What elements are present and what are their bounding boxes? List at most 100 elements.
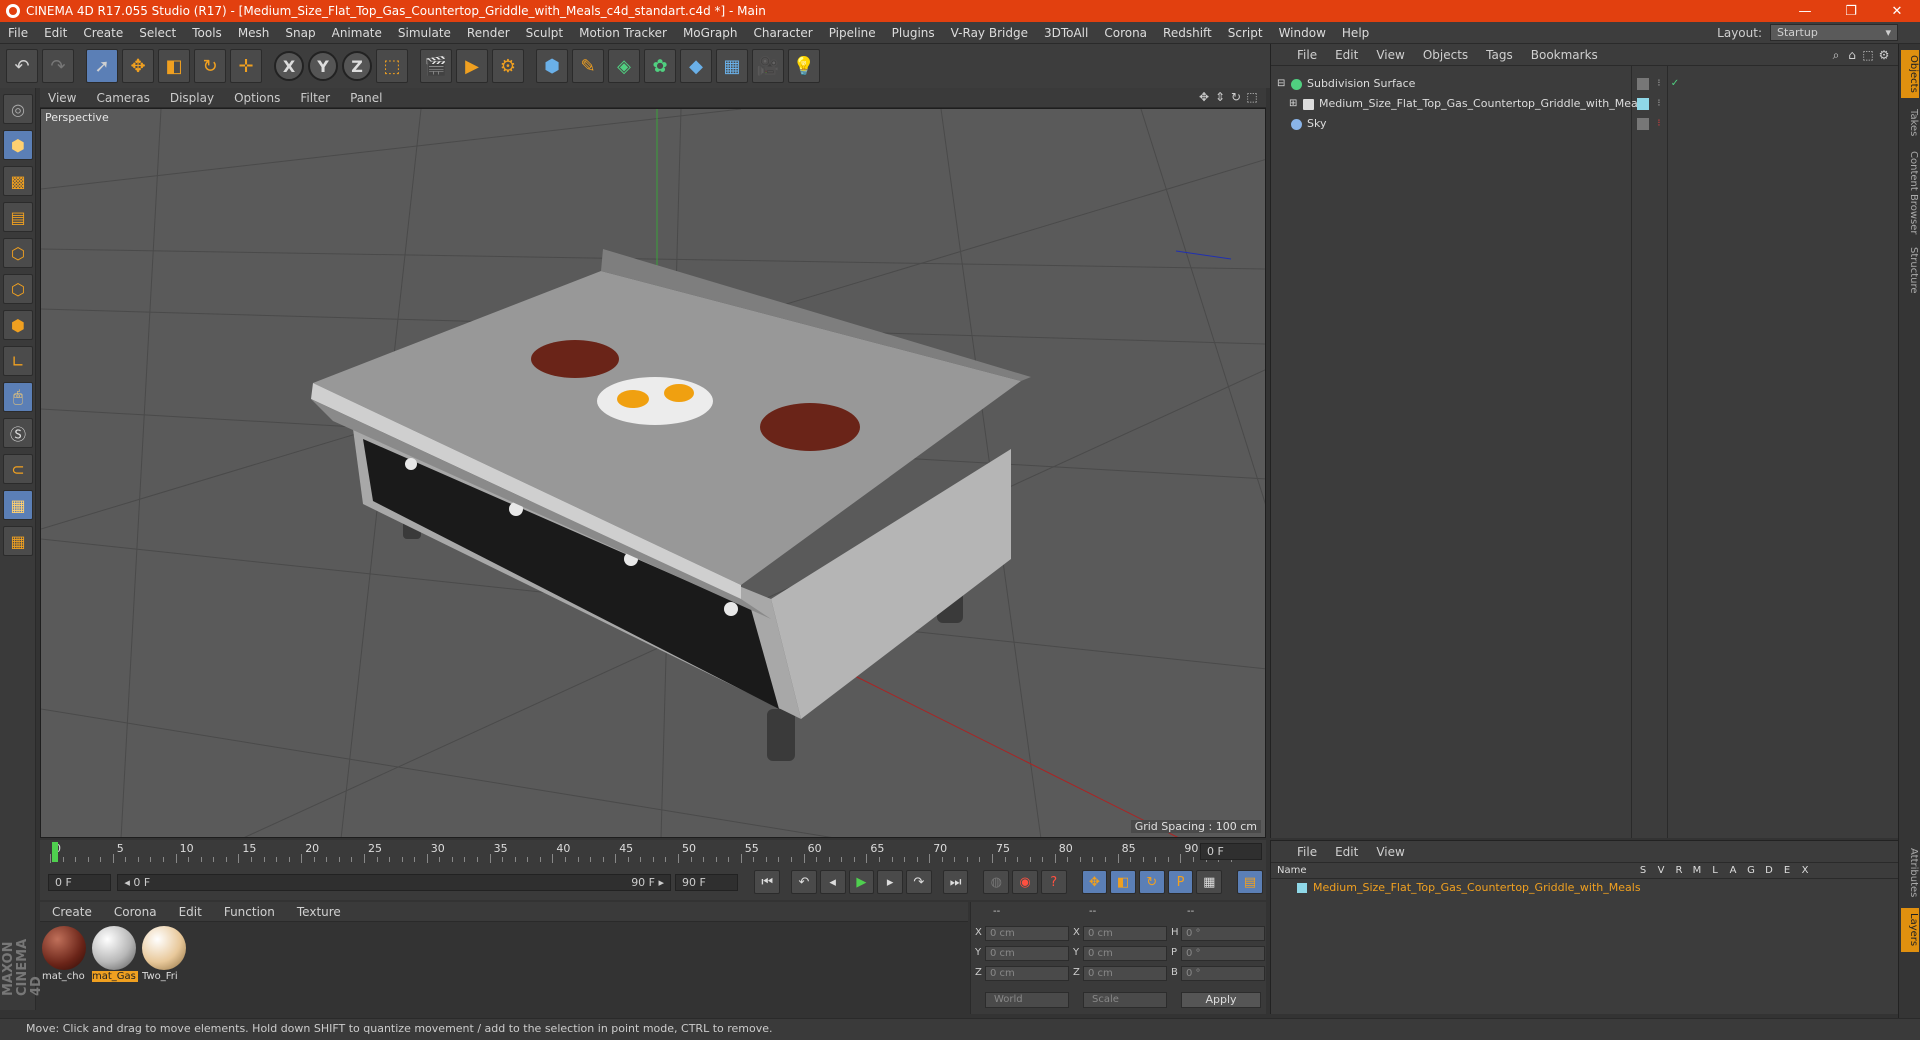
- layer-icon[interactable]: [1637, 118, 1649, 130]
- menu-script[interactable]: Script: [1220, 26, 1271, 40]
- home-icon[interactable]: ⌂: [1844, 48, 1860, 63]
- om-menu-objects[interactable]: Objects: [1415, 48, 1478, 62]
- close-button[interactable]: ✕: [1874, 0, 1920, 22]
- edit-render-settings-icon[interactable]: ⚙: [492, 49, 524, 83]
- object-row[interactable]: ⊞ Medium_Size_Flat_Top_Gas_Countertop_Gr…: [1273, 94, 1897, 114]
- menu-tools[interactable]: Tools: [184, 26, 230, 40]
- workplane-icon[interactable]: ▤: [3, 202, 33, 232]
- select-icon[interactable]: ➚: [86, 49, 118, 83]
- end-frame-field[interactable]: 90 F: [675, 873, 739, 891]
- material-menu-create[interactable]: Create: [40, 905, 102, 919]
- layout-dropdown[interactable]: Startup ▾: [1770, 24, 1898, 41]
- menu-edit[interactable]: Edit: [36, 26, 75, 40]
- om-menu-edit[interactable]: Edit: [1327, 48, 1368, 62]
- timeline-window-icon[interactable]: ▤: [1237, 870, 1263, 894]
- cube-icon[interactable]: ⬢: [536, 49, 568, 83]
- key-pla-icon[interactable]: ▦: [1196, 870, 1223, 894]
- tab-content-browser[interactable]: Content Browser: [1901, 148, 1919, 238]
- light-icon[interactable]: 💡: [788, 49, 820, 83]
- object-row[interactable]: Sky ⁝: [1273, 114, 1897, 134]
- coordinate-system-icon[interactable]: ⬚: [376, 49, 408, 83]
- z-axis-icon[interactable]: Z: [342, 51, 372, 81]
- settings-icon[interactable]: ⚙: [1876, 48, 1892, 63]
- position-z-field[interactable]: 0 cm: [985, 966, 1069, 981]
- planar-workplane-icon[interactable]: ▦: [3, 526, 33, 556]
- autokey-icon[interactable]: ?: [1040, 870, 1067, 894]
- visibility-dots-icon[interactable]: ⁝: [1653, 78, 1665, 90]
- menu-motion-tracker[interactable]: Motion Tracker: [571, 26, 675, 40]
- camera-icon[interactable]: 🎥: [752, 49, 784, 83]
- menu-3dtoall[interactable]: 3DToAll: [1036, 26, 1096, 40]
- points-mode-icon[interactable]: ⬡: [3, 238, 33, 268]
- dolly-icon[interactable]: ⇕: [1212, 90, 1228, 104]
- position-y-field[interactable]: 0 cm: [985, 946, 1069, 961]
- rotate-icon[interactable]: ↻: [194, 49, 226, 83]
- x-axis-icon[interactable]: X: [274, 51, 304, 81]
- new-window-icon[interactable]: ⬚: [1860, 48, 1876, 63]
- size-y-field[interactable]: 0 cm: [1083, 946, 1167, 961]
- perspective-viewport[interactable]: Perspective Grid Spacing : 100 cm: [40, 108, 1266, 838]
- menu-pipeline[interactable]: Pipeline: [821, 26, 884, 40]
- om-menu-tags[interactable]: Tags: [1478, 48, 1523, 62]
- goto-end-icon[interactable]: ⏭: [942, 870, 969, 894]
- lm-menu-edit[interactable]: Edit: [1327, 845, 1368, 859]
- lm-menu-view[interactable]: View: [1368, 845, 1414, 859]
- menu-mesh[interactable]: Mesh: [230, 26, 278, 40]
- start-frame-field[interactable]: 0 F: [48, 873, 112, 891]
- material-menu-corona[interactable]: Corona: [102, 905, 167, 919]
- lock-workplane-icon[interactable]: ▦: [3, 490, 33, 520]
- render-picture-viewer-icon[interactable]: ▶: [456, 49, 488, 83]
- tab-takes[interactable]: Takes: [1901, 104, 1919, 142]
- menu-plugins[interactable]: Plugins: [884, 26, 943, 40]
- search-icon[interactable]: ⌕: [1828, 48, 1844, 63]
- tab-objects[interactable]: Objects: [1901, 50, 1919, 98]
- material-swatch[interactable]: mat_cho: [42, 926, 88, 982]
- menu-character[interactable]: Character: [745, 26, 820, 40]
- snap-icon[interactable]: Ⓢ: [3, 418, 33, 448]
- menu-select[interactable]: Select: [131, 26, 184, 40]
- apply-button[interactable]: Apply: [1181, 992, 1261, 1008]
- layer-color-icon[interactable]: [1637, 98, 1649, 110]
- lm-menu-file[interactable]: File: [1289, 845, 1327, 859]
- position-x-field[interactable]: 0 cm: [985, 926, 1069, 941]
- frame-range-slider[interactable]: ◂ 0 F 90 F ▸: [117, 873, 672, 891]
- viewport-menu-cameras[interactable]: Cameras: [88, 91, 161, 105]
- menu-render[interactable]: Render: [459, 26, 518, 40]
- material-menu-texture[interactable]: Texture: [285, 905, 351, 919]
- menu-help[interactable]: Help: [1334, 26, 1377, 40]
- prev-frame-icon[interactable]: ◂: [819, 870, 846, 894]
- tab-attributes[interactable]: Attributes: [1901, 842, 1919, 904]
- enabled-check-icon[interactable]: ✓: [1669, 78, 1681, 90]
- floor-icon[interactable]: ▦: [716, 49, 748, 83]
- next-key-icon[interactable]: ↷: [905, 870, 932, 894]
- edges-mode-icon[interactable]: ⬡: [3, 274, 33, 304]
- tweak-mode-icon[interactable]: 🖱: [3, 382, 33, 412]
- material-menu-edit[interactable]: Edit: [167, 905, 212, 919]
- menu-mograph[interactable]: MoGraph: [675, 26, 746, 40]
- object-row[interactable]: ⊟ Subdivision Surface ⁝ ✓: [1273, 74, 1897, 94]
- next-frame-icon[interactable]: ▸: [877, 870, 903, 894]
- visibility-dots-icon[interactable]: ⁝: [1653, 98, 1665, 110]
- subdivision-icon[interactable]: ◈: [608, 49, 640, 83]
- prev-key-icon[interactable]: ↶: [791, 870, 817, 894]
- scale-icon[interactable]: ◧: [158, 49, 190, 83]
- expand-icon[interactable]: ⊞: [1289, 94, 1297, 114]
- material-menu-function[interactable]: Function: [212, 905, 285, 919]
- visibility-dots-icon[interactable]: ⁝: [1653, 118, 1665, 130]
- play-icon[interactable]: ▶: [848, 870, 875, 894]
- menu-corona[interactable]: Corona: [1096, 26, 1155, 40]
- material-swatch[interactable]: Two_Fri: [142, 926, 188, 982]
- goto-start-icon[interactable]: ⏮: [754, 870, 781, 894]
- om-menu-bookmarks[interactable]: Bookmarks: [1523, 48, 1608, 62]
- coordinate-space-dropdown[interactable]: World: [985, 992, 1069, 1008]
- pan-icon[interactable]: ✥: [1196, 90, 1212, 104]
- axis-mode-icon[interactable]: ∟: [3, 346, 33, 376]
- timeline-playhead[interactable]: [52, 842, 58, 862]
- viewport-menu-options[interactable]: Options: [226, 91, 292, 105]
- toggle-view-icon[interactable]: ⬚: [1244, 90, 1260, 104]
- move-icon[interactable]: ✥: [122, 49, 154, 83]
- layer-icon[interactable]: [1637, 78, 1649, 90]
- maximize-button[interactable]: ❐: [1828, 0, 1874, 22]
- menu-create[interactable]: Create: [75, 26, 131, 40]
- pen-icon[interactable]: ✎: [572, 49, 604, 83]
